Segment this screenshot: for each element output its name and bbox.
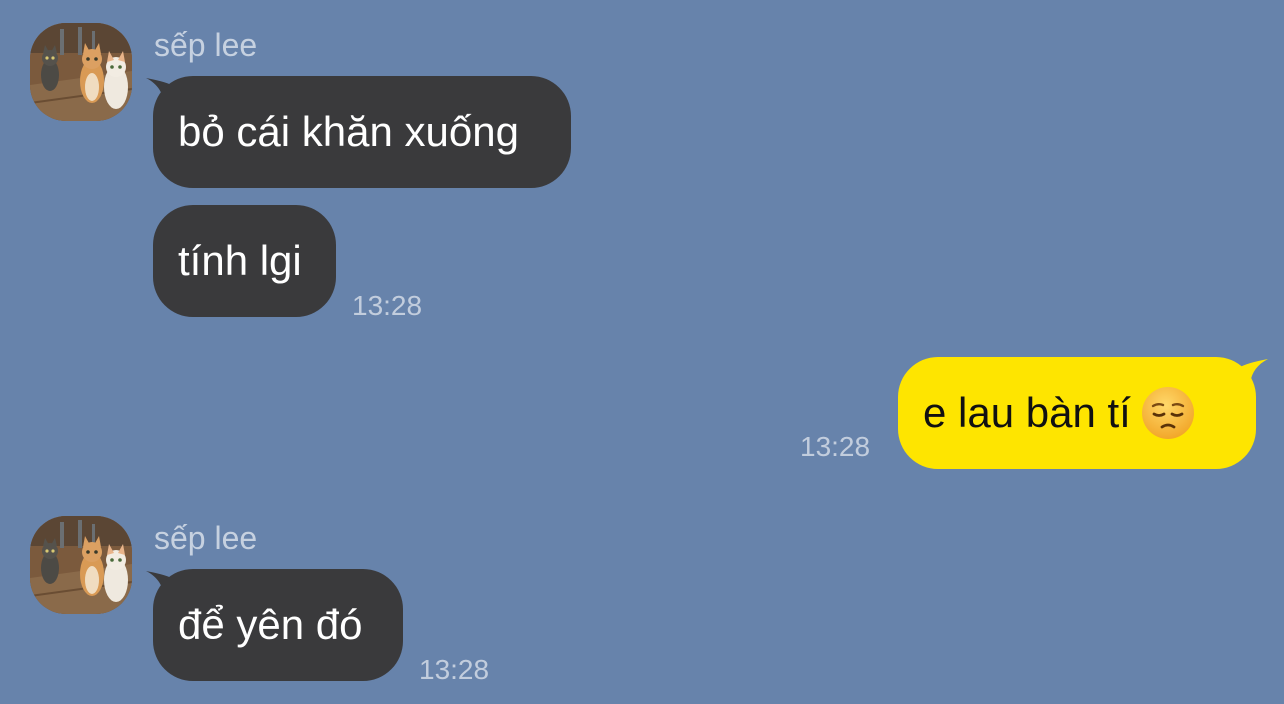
message-timestamp: 13:28: [800, 431, 871, 462]
outgoing-message-text: e lau bàn tí: [923, 389, 1131, 436]
cats-photo-icon: [30, 23, 132, 121]
incoming-message-bubble[interactable]: tính lgi: [153, 205, 336, 317]
chat-message-list: sếp lee bỏ cái khăn xuống tính lgi 13:28…: [0, 0, 1284, 704]
cats-photo-icon: [30, 516, 132, 614]
message-timestamp: 13:28: [419, 654, 490, 685]
incoming-message-bubble[interactable]: bỏ cái khăn xuống: [153, 76, 571, 188]
sender-name: sếp lee: [154, 520, 258, 556]
sender-avatar[interactable]: [30, 23, 132, 121]
incoming-message-bubble[interactable]: để yên đó: [153, 569, 403, 681]
message-timestamp: 13:28: [352, 290, 423, 321]
sender-name: sếp lee: [154, 27, 258, 63]
pensive-face-icon: [1141, 386, 1195, 440]
outgoing-message-bubble[interactable]: e lau bàn tí: [898, 357, 1256, 469]
sender-avatar[interactable]: [30, 516, 132, 614]
